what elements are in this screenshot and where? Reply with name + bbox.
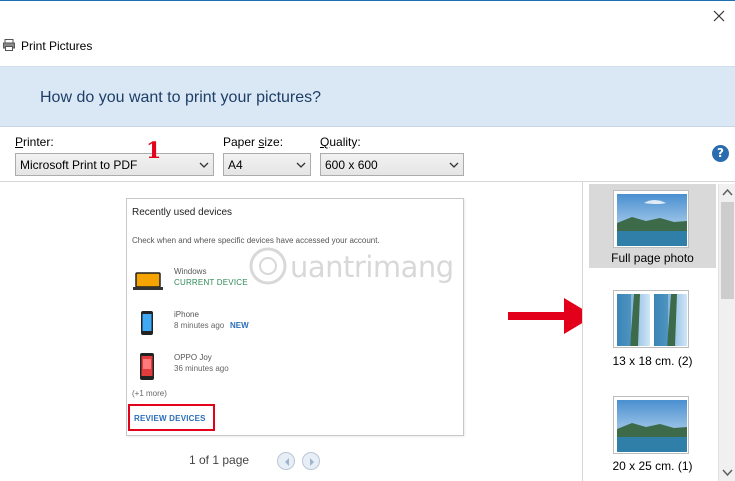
paper-size-select-value: A4 — [228, 158, 243, 172]
device-row: OPPO Joy 36 minutes ago — [132, 351, 452, 387]
print-options-bar: Printer: Microsoft Print to PDF Paper si… — [0, 127, 735, 182]
title-bar: Print Pictures — [0, 0, 735, 66]
watermark-logo: uantrimang — [248, 246, 472, 288]
landscape-photo-icon — [617, 194, 687, 246]
previous-page-button[interactable] — [277, 452, 295, 470]
phone-icon — [141, 311, 153, 335]
quality-select-value: 600 x 600 — [325, 158, 378, 172]
new-badge: NEW — [230, 321, 249, 330]
device-row: iPhone 8 minutes ago NEW — [132, 308, 452, 344]
device-status: 36 minutes ago — [174, 364, 229, 373]
printer-app-icon — [3, 39, 15, 51]
layout-label: Full page photo — [611, 251, 694, 265]
chevron-down-icon — [199, 162, 209, 168]
layout-label: 13 x 18 cm. (2) — [612, 354, 693, 368]
paper-size-label-pre: Paper — [223, 135, 259, 149]
device-name: iPhone — [174, 310, 199, 319]
device-status: CURRENT DEVICE — [174, 278, 248, 287]
layout-scrollbar[interactable] — [718, 184, 735, 481]
layout-option-20x25[interactable]: 20 x 25 cm. (1) — [589, 392, 716, 481]
paper-size-select[interactable]: A4 — [223, 153, 311, 176]
window-title: Print Pictures — [21, 39, 93, 53]
header-band: How do you want to print your pictures? — [0, 66, 735, 127]
device-name: OPPO Joy — [174, 353, 212, 362]
page-counter: 1 of 1 page — [189, 453, 250, 467]
scroll-thumb[interactable] — [721, 202, 734, 299]
device-name: Windows — [174, 267, 207, 276]
arrow-right-icon — [310, 458, 314, 466]
printer-label-accel: P — [15, 135, 24, 149]
printer-select[interactable]: Microsoft Print to PDF — [15, 153, 214, 176]
print-preview-area: Recently used devices Check when and whe… — [0, 182, 582, 481]
page-title: How do you want to print your pictures? — [40, 89, 322, 106]
watermark-icon — [249, 247, 287, 285]
paper-size-label-post: ize: — [264, 135, 284, 149]
laptop-icon — [133, 272, 163, 290]
layout-thumbnail — [613, 190, 689, 248]
printer-label-text: rinter: — [23, 135, 54, 149]
scroll-up-icon[interactable] — [719, 184, 735, 201]
layout-option-13x18[interactable]: 13 x 18 cm. (2) — [589, 288, 716, 372]
layout-thumbnail — [613, 290, 689, 348]
printer-label: Printer: — [15, 135, 54, 149]
quality-select[interactable]: 600 x 600 — [320, 153, 464, 176]
preview-heading: Recently used devices — [132, 207, 233, 218]
quality-label-accel: Q — [320, 135, 330, 149]
chevron-down-icon — [449, 162, 459, 168]
printer-select-value: Microsoft Print to PDF — [20, 158, 138, 172]
help-icon[interactable]: ? — [712, 145, 729, 162]
preview-subheading: Check when and where specific devices ha… — [132, 236, 380, 245]
paper-size-label: Paper size: — [223, 135, 283, 149]
landscape-photo-icon — [617, 400, 687, 452]
layout-option-full-page[interactable]: Full page photo — [589, 184, 716, 268]
more-devices-text: (+1 more) — [132, 389, 167, 398]
scroll-down-icon[interactable] — [719, 464, 735, 481]
review-devices-link[interactable]: REVIEW DEVICES — [128, 404, 215, 431]
quality-label: Quality: — [320, 135, 361, 149]
next-page-button[interactable] — [302, 452, 320, 470]
layout-thumbnail — [613, 396, 689, 454]
annotation-marker-1: 1 — [146, 138, 162, 164]
two-portrait-photos-icon — [617, 294, 687, 346]
watermark-text: uantrimang — [290, 250, 454, 284]
layout-panel: Full page photo 13 x 18 cm. (2) 20 x 25 … — [582, 182, 735, 481]
arrow-left-icon — [285, 458, 289, 466]
close-icon[interactable] — [710, 7, 728, 25]
quality-label-text: uality: — [329, 135, 361, 149]
device-status: 8 minutes ago — [174, 321, 225, 330]
page-preview: Recently used devices Check when and whe… — [126, 198, 464, 436]
layout-label: 20 x 25 cm. (1) — [612, 459, 693, 473]
chevron-down-icon — [296, 162, 306, 168]
phone-icon — [140, 353, 154, 380]
